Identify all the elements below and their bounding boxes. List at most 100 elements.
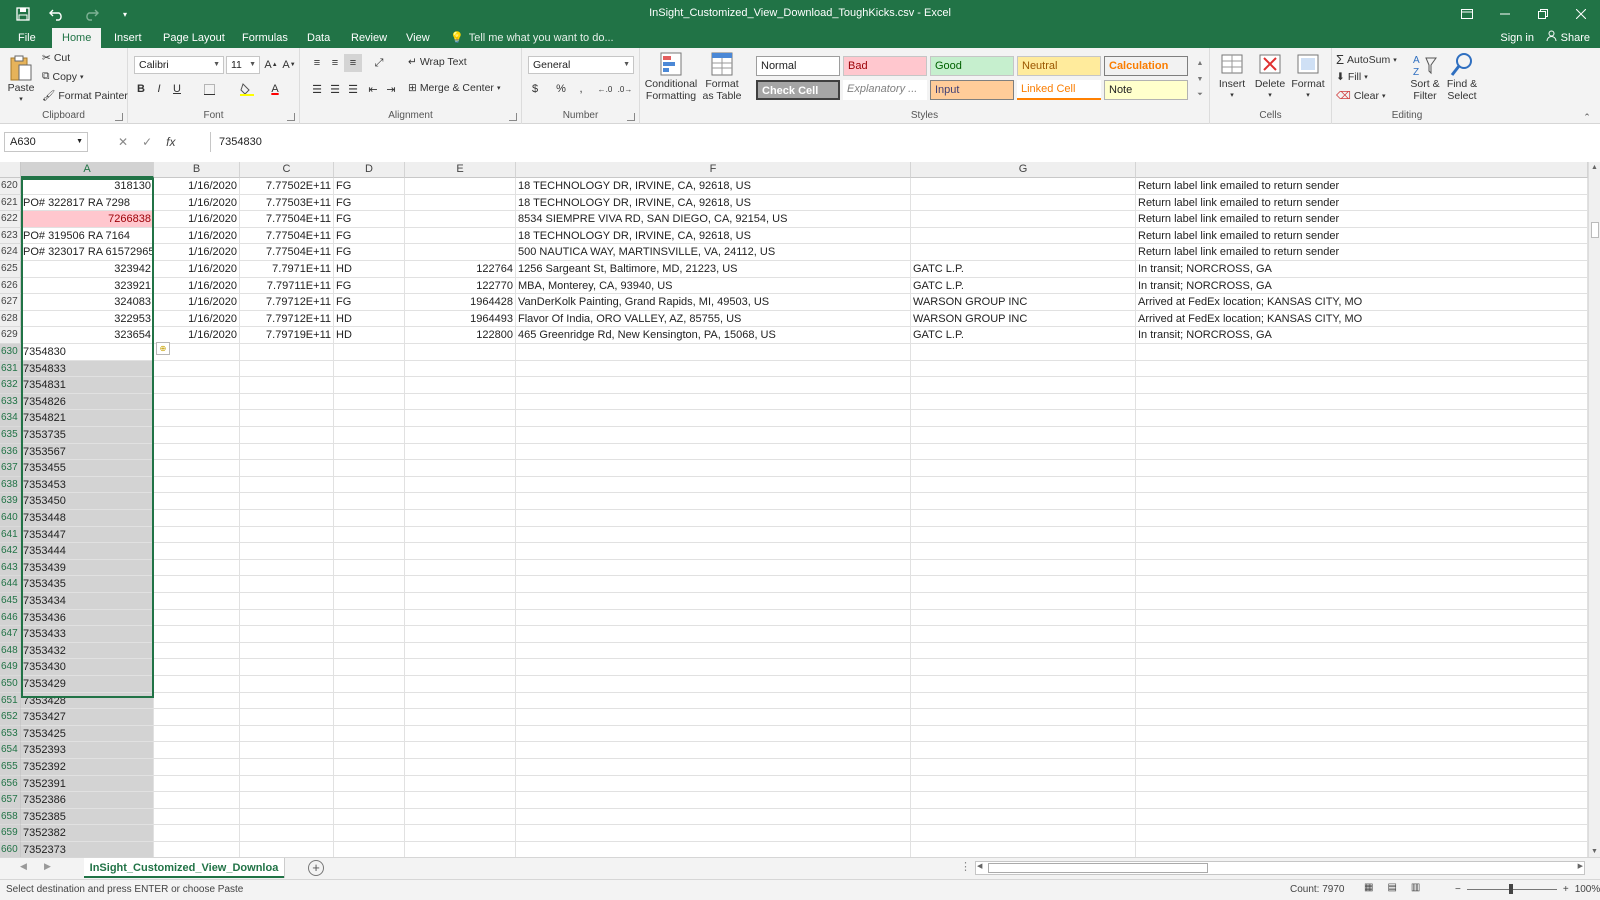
cell-c[interactable]: 7.77504E+11	[240, 244, 334, 261]
cell-c[interactable]	[240, 676, 334, 693]
column-header-e[interactable]: E	[405, 162, 516, 178]
cell-f[interactable]: 500 NAUTICA WAY, MARTINSVILLE, VA, 24112…	[516, 244, 911, 261]
cell-e[interactable]: 122770	[405, 277, 516, 295]
cell-c[interactable]	[240, 476, 334, 494]
cell-e[interactable]	[405, 626, 516, 643]
sign-in-link[interactable]: Sign in	[1500, 28, 1534, 48]
cell-f[interactable]	[516, 360, 911, 378]
row-header[interactable]: 629	[0, 327, 21, 344]
cell-d[interactable]: FG	[334, 194, 405, 212]
autosum-button[interactable]: Σ AutoSum ▾	[1336, 52, 1397, 67]
cell-a[interactable]: 7354830	[21, 344, 154, 361]
align-left-icon[interactable]: ☰	[308, 80, 326, 98]
restore-icon[interactable]	[1524, 0, 1562, 28]
cell-c[interactable]	[240, 493, 334, 510]
cell-f[interactable]	[516, 476, 911, 494]
borders-icon[interactable]	[200, 80, 218, 98]
horizontal-scrollbar[interactable]: ◀ ▶	[975, 861, 1585, 875]
cell-f[interactable]	[516, 559, 911, 577]
cell-g[interactable]	[911, 792, 1136, 809]
style-good[interactable]: Good	[930, 56, 1014, 76]
cell-d[interactable]: FG	[334, 178, 405, 195]
cell-h[interactable]	[1136, 410, 1588, 427]
merge-center-button[interactable]: ⊞ Merge & Center ▾	[408, 82, 500, 94]
cell-e[interactable]	[405, 676, 516, 693]
cell-c[interactable]	[240, 526, 334, 544]
cell-f[interactable]: 18 TECHNOLOGY DR, IRVINE, CA, 92618, US	[516, 178, 911, 195]
cell-e[interactable]	[405, 476, 516, 494]
style-linked-cell[interactable]: Linked Cell	[1017, 80, 1101, 100]
cell-b[interactable]: 1/16/2020	[154, 194, 240, 212]
ribbon-display-options-icon[interactable]	[1448, 0, 1486, 28]
cell-d[interactable]	[334, 725, 405, 743]
cell-d[interactable]	[334, 493, 405, 510]
cell-h[interactable]	[1136, 842, 1588, 857]
horizontal-scroll-thumb[interactable]	[988, 863, 1208, 873]
cell-c[interactable]: 7.77504E+11	[240, 211, 334, 228]
scroll-up-icon[interactable]: ▲	[1591, 164, 1598, 171]
cell-b[interactable]	[154, 808, 240, 826]
cell-e[interactable]	[405, 825, 516, 842]
cell-g[interactable]	[911, 808, 1136, 826]
cell-b[interactable]	[154, 659, 240, 676]
cell-e[interactable]	[405, 775, 516, 793]
row-header[interactable]: 648	[0, 642, 21, 660]
cell-g[interactable]	[911, 510, 1136, 527]
bold-icon[interactable]: B	[132, 80, 150, 98]
cell-d[interactable]	[334, 476, 405, 494]
cell-g[interactable]	[911, 825, 1136, 842]
cell-h[interactable]: Return label link emailed to return send…	[1136, 244, 1588, 261]
cell-e[interactable]	[405, 460, 516, 477]
cell-h[interactable]	[1136, 709, 1588, 726]
clear-button[interactable]: ⌫ Clear ▾	[1336, 90, 1385, 102]
cell-d[interactable]	[334, 559, 405, 577]
cell-b[interactable]	[154, 775, 240, 793]
row-header[interactable]: 651	[0, 692, 21, 710]
cell-g[interactable]: GATC L.P.	[911, 261, 1136, 278]
cell-d[interactable]: HD	[334, 310, 405, 328]
cell-c[interactable]	[240, 626, 334, 643]
page-break-view-icon[interactable]: ▥	[1411, 882, 1420, 893]
cell-a[interactable]: 7353427	[21, 709, 154, 726]
cell-d[interactable]	[334, 775, 405, 793]
cell-a[interactable]: 7354821	[21, 410, 154, 427]
cell-b[interactable]	[154, 493, 240, 510]
cell-e[interactable]	[405, 178, 516, 195]
cell-a[interactable]: 7352393	[21, 742, 154, 759]
cell-d[interactable]	[334, 709, 405, 726]
cell-a[interactable]: 323654	[21, 327, 154, 344]
cell-h[interactable]	[1136, 609, 1588, 627]
row-header[interactable]: 635	[0, 427, 21, 444]
style-calculation[interactable]: Calculation	[1104, 56, 1188, 76]
cell-c[interactable]: 7.79711E+11	[240, 277, 334, 295]
row-header[interactable]: 652	[0, 709, 21, 726]
cell-e[interactable]: 122800	[405, 327, 516, 344]
cell-c[interactable]	[240, 642, 334, 660]
cell-b[interactable]: 1/16/2020	[154, 244, 240, 261]
cell-c[interactable]	[240, 576, 334, 593]
format-as-table-button[interactable]: Format as Table	[702, 52, 742, 102]
row-header[interactable]: 632	[0, 377, 21, 394]
cell-a[interactable]: 7353567	[21, 443, 154, 461]
format-cells-button[interactable]: Format ▾	[1290, 52, 1326, 102]
column-header-f[interactable]: F	[516, 162, 911, 178]
cell-d[interactable]: FG	[334, 244, 405, 261]
cell-f[interactable]	[516, 725, 911, 743]
cell-d[interactable]	[334, 443, 405, 461]
cell-d[interactable]: FG	[334, 294, 405, 311]
cell-c[interactable]	[240, 792, 334, 809]
cell-b[interactable]	[154, 642, 240, 660]
cell-f[interactable]	[516, 808, 911, 826]
cell-f[interactable]	[516, 593, 911, 610]
decrease-indent-icon[interactable]: ⇤	[364, 80, 382, 98]
cell-b[interactable]	[154, 360, 240, 378]
style-bad[interactable]: Bad	[843, 56, 927, 76]
cell-e[interactable]	[405, 659, 516, 676]
add-sheet-icon[interactable]: +	[308, 860, 324, 876]
cell-a[interactable]: PO# 319506 RA 7164	[21, 227, 154, 245]
minimize-icon[interactable]	[1486, 0, 1524, 28]
copy-button[interactable]: ⧉ Copy ▾	[42, 70, 84, 83]
cell-a[interactable]: 7353439	[21, 559, 154, 577]
cell-a[interactable]: PO# 322817 RA 7298	[21, 194, 154, 212]
cell-g[interactable]	[911, 559, 1136, 577]
